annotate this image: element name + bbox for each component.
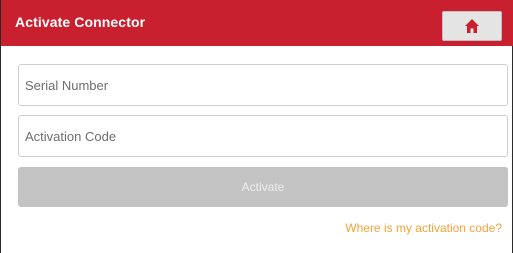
home-icon: [465, 19, 479, 33]
activation-code-help-link[interactable]: Where is my activation code?: [345, 221, 502, 235]
activate-button[interactable]: Activate: [18, 167, 508, 207]
activation-code-input[interactable]: [18, 115, 508, 157]
header-bar: Activate Connector: [1, 0, 513, 46]
page-title: Activate Connector: [15, 14, 146, 30]
activate-button-label: Activate: [241, 180, 285, 194]
serial-number-input[interactable]: [18, 64, 508, 106]
home-button[interactable]: [442, 11, 502, 41]
activation-screen: Activate Connector Activate Where is my …: [0, 0, 513, 253]
